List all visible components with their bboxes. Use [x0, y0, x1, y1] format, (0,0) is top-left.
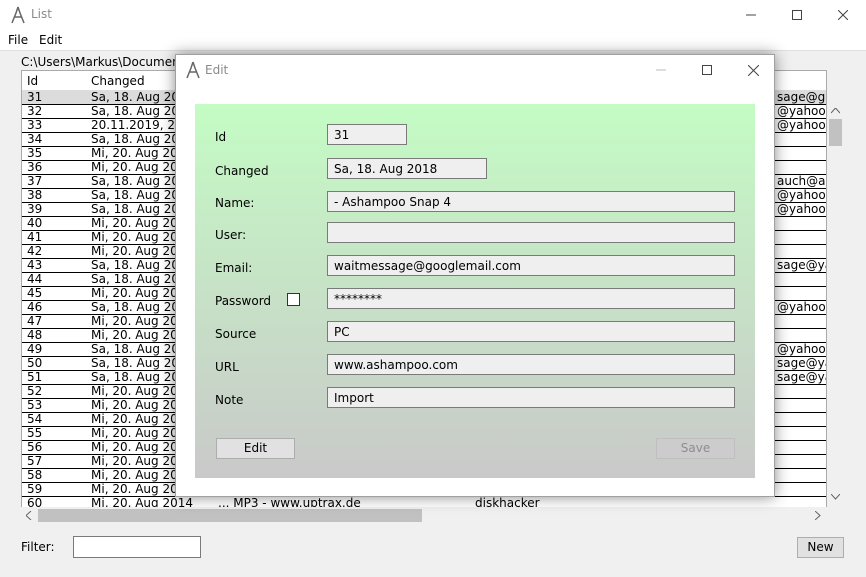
- maximize-icon: [702, 65, 712, 75]
- vertical-scroll-thumb[interactable]: [829, 119, 842, 146]
- cell-id: 36: [27, 161, 43, 174]
- cell-email: @yahoo.d: [777, 343, 826, 356]
- cell-id: 40: [27, 217, 43, 230]
- id-field[interactable]: 31: [327, 124, 407, 145]
- cell-id: 39: [27, 203, 43, 216]
- cell-id: 42: [27, 245, 43, 258]
- label-email: Email:: [215, 261, 253, 275]
- cell-id: 41: [27, 231, 43, 244]
- minimize-icon: [656, 69, 666, 71]
- horizontal-scroll-thumb[interactable]: [38, 509, 422, 522]
- menu-bar: File Edit: [0, 30, 866, 50]
- cell-id: 55: [27, 427, 43, 440]
- cell-id: 37: [27, 175, 43, 188]
- minimize-icon: [746, 14, 756, 16]
- cell-email: sage@yah: [777, 357, 826, 370]
- scroll-left-icon[interactable]: [26, 511, 32, 520]
- close-button[interactable]: [820, 0, 866, 30]
- file-path: C:\Users\Markus\Documents: [21, 55, 191, 69]
- cell-id: 45: [27, 287, 43, 300]
- cell-email: @yahoo.: [777, 119, 827, 132]
- label-name: Name:: [215, 196, 255, 210]
- minimize-button[interactable]: [728, 0, 774, 30]
- column-header-id[interactable]: Id: [27, 74, 38, 88]
- menu-file[interactable]: File: [8, 33, 28, 47]
- cell-id: 53: [27, 399, 43, 412]
- horizontal-scrollbar[interactable]: [21, 507, 827, 524]
- label-note: Note: [215, 393, 244, 407]
- label-password: Password: [215, 294, 272, 308]
- label-source: Source: [215, 327, 257, 341]
- label-changed: Changed: [215, 164, 269, 178]
- password-field[interactable]: ********: [327, 288, 735, 309]
- dialog-close-button[interactable]: [730, 55, 776, 85]
- cell-email: @yahoo.d: [777, 203, 826, 216]
- cell-email: sage@yah: [777, 259, 826, 272]
- edit-button[interactable]: Edit: [216, 438, 295, 459]
- cell-id: 48: [27, 329, 43, 342]
- cell-email: auch@alic: [777, 175, 826, 188]
- changed-field[interactable]: Sa, 18. Aug 2018: [327, 158, 487, 179]
- scroll-down-icon[interactable]: [831, 494, 840, 500]
- note-field[interactable]: Import: [327, 387, 735, 408]
- new-button[interactable]: New: [797, 537, 844, 558]
- dialog-maximize-button[interactable]: [684, 55, 730, 85]
- close-icon: [838, 10, 848, 20]
- cell-email: @yahoo.d: [777, 301, 826, 314]
- cell-id: 31: [27, 91, 43, 104]
- filter-input[interactable]: [73, 536, 201, 558]
- show-password-checkbox[interactable]: [287, 293, 300, 306]
- column-header-changed[interactable]: Changed: [91, 74, 145, 88]
- cell-id: 44: [27, 273, 43, 286]
- cell-id: 38: [27, 189, 43, 202]
- cell-email: @yahoo.: [777, 105, 827, 118]
- cell-id: 46: [27, 301, 43, 314]
- app-icon: [11, 6, 25, 24]
- label-user: User:: [215, 228, 247, 242]
- name-field[interactable]: - Ashampoo Snap 4: [327, 191, 735, 212]
- cell-id: 58: [27, 469, 43, 482]
- vertical-scrollbar[interactable]: [827, 102, 844, 507]
- cell-id: 47: [27, 315, 43, 328]
- cell-id: 49: [27, 343, 43, 356]
- label-url: URL: [215, 360, 239, 374]
- cell-id: 59: [27, 483, 43, 496]
- dialog-app-icon: [186, 61, 200, 79]
- filter-label: Filter:: [21, 540, 55, 554]
- main-titlebar[interactable]: List: [0, 0, 866, 30]
- cell-email: @yahoo.d: [777, 189, 826, 202]
- cell-id: 50: [27, 357, 43, 370]
- source-field[interactable]: PC: [327, 321, 735, 342]
- email-field[interactable]: waitmessage@googlemail.com: [327, 255, 735, 276]
- cell-email: sage@yah: [777, 371, 826, 384]
- dialog-form: Id 31 Changed Sa, 18. Aug 2018 Name: - A…: [195, 104, 755, 478]
- cell-email: sage@goo: [777, 91, 826, 104]
- cell-id: 51: [27, 371, 43, 384]
- dialog-minimize-button[interactable]: [638, 55, 684, 85]
- close-icon: [747, 64, 759, 76]
- dialog-titlebar[interactable]: Edit: [176, 55, 774, 85]
- cell-id: 57: [27, 455, 43, 468]
- menu-edit[interactable]: Edit: [39, 33, 62, 47]
- cell-id: 56: [27, 441, 43, 454]
- cell-id: 43: [27, 259, 43, 272]
- scroll-up-icon[interactable]: [831, 108, 840, 114]
- label-id: Id: [215, 130, 227, 144]
- edit-dialog: Edit Id 31 Changed Sa, 18. Aug 2018 Name…: [175, 54, 775, 497]
- cell-id: 52: [27, 385, 43, 398]
- maximize-button[interactable]: [774, 0, 820, 30]
- maximize-icon: [792, 10, 802, 20]
- cell-id: 34: [27, 133, 43, 146]
- cell-id: 32: [27, 105, 43, 118]
- cell-id: 33: [27, 119, 43, 132]
- scroll-right-icon[interactable]: [815, 511, 821, 520]
- user-field[interactable]: [327, 222, 735, 243]
- save-button[interactable]: Save: [656, 438, 735, 459]
- window-title: List: [31, 7, 52, 21]
- cell-id: 35: [27, 147, 43, 160]
- dialog-title: Edit: [205, 63, 229, 77]
- cell-id: 54: [27, 413, 43, 426]
- url-field[interactable]: www.ashampoo.com: [327, 354, 735, 375]
